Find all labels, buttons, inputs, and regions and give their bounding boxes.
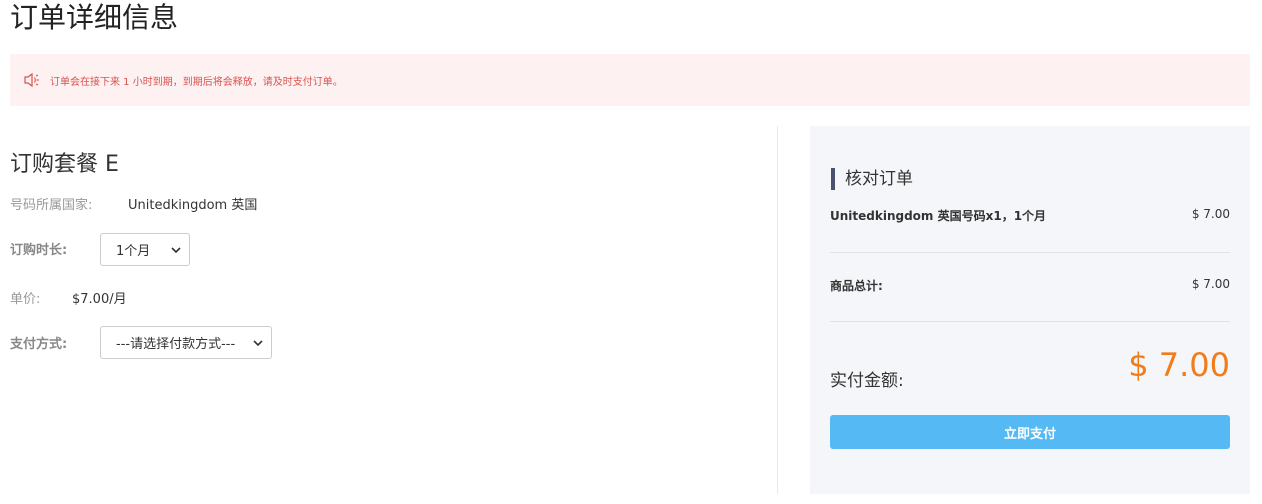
- country-value: Unitedkingdom 英国: [128, 198, 258, 213]
- divider: [830, 321, 1230, 322]
- package-title: 订购套餐 E: [10, 152, 119, 177]
- page-title: 订单详细信息: [10, 1, 179, 34]
- section-title-bar: [831, 168, 835, 190]
- pay-now-button[interactable]: 立即支付: [830, 415, 1230, 449]
- unit-price-label: 单价:: [10, 292, 41, 307]
- payment-method-select[interactable]: ---请选择付款方式---: [100, 326, 272, 359]
- order-item-name: Unitedkingdom 英国号码x1，1个月: [830, 209, 1047, 223]
- subtotal-value: $ 7.00: [1191, 277, 1230, 291]
- chevron-down-icon: [171, 245, 181, 255]
- total-value: $ 7.00: [1128, 346, 1230, 384]
- payment-label: 支付方式:: [10, 337, 68, 352]
- unit-price-value: $7.00/月: [72, 292, 127, 307]
- payment-selected-value: ---请选择付款方式---: [116, 337, 236, 352]
- package-panel: 订购套餐 E 号码所属国家: Unitedkingdom 英国 订购时长: 1个…: [10, 126, 778, 494]
- order-item-price: $ 7.00: [1191, 207, 1230, 221]
- divider: [830, 252, 1230, 253]
- alert-message: 订单会在接下来 1 小时到期，到期后将会释放，请及时支付订单。: [50, 76, 343, 88]
- subtotal-label: 商品总计:: [830, 279, 883, 293]
- duration-select[interactable]: 1个月: [100, 233, 190, 266]
- chevron-down-icon: [253, 338, 263, 348]
- order-summary-panel: 核对订单 Unitedkingdom 英国号码x1，1个月 $ 7.00 商品总…: [810, 126, 1250, 494]
- total-label: 实付金额:: [830, 371, 904, 391]
- speaker-icon: [22, 70, 42, 90]
- summary-title: 核对订单: [845, 169, 913, 189]
- duration-label: 订购时长:: [10, 243, 68, 258]
- country-label: 号码所属国家:: [10, 198, 93, 213]
- duration-selected-value: 1个月: [116, 244, 151, 259]
- expiry-alert: 订单会在接下来 1 小时到期，到期后将会释放，请及时支付订单。: [10, 54, 1250, 106]
